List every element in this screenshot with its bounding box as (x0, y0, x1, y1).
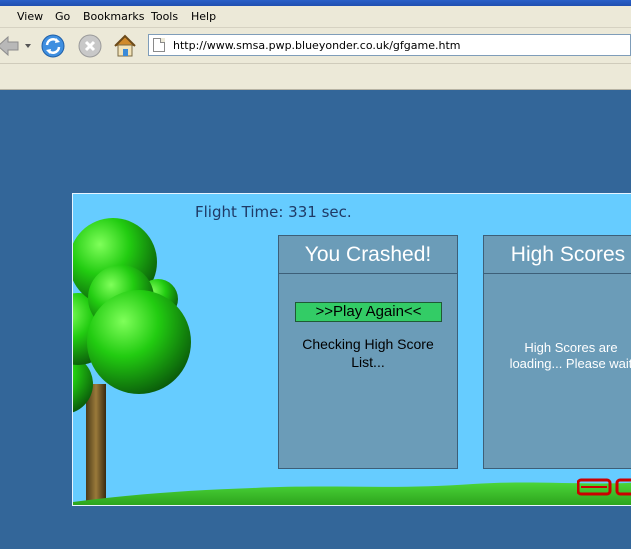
play-again-button[interactable]: >>Play Again<< (295, 302, 442, 322)
bookmarks-toolbar (0, 64, 631, 90)
high-scores-title: High Scores (484, 236, 631, 274)
reload-icon[interactable] (40, 33, 66, 59)
crash-panel: You Crashed! >>Play Again<< Checking Hig… (278, 235, 458, 469)
game-logo-icon (577, 478, 631, 496)
menu-help-label: Help (191, 10, 217, 23)
flight-time-readout: Flight Time: 331 sec. (195, 203, 352, 221)
back-arrow-icon[interactable] (0, 33, 20, 59)
menu-bookmarks-label: Bookmarks (83, 10, 145, 23)
menu-bar: View Go Bookmarks Tools Help (0, 6, 631, 28)
menu-help[interactable]: Help (191, 10, 216, 23)
home-icon[interactable] (112, 33, 138, 59)
menu-go[interactable]: Go (55, 10, 70, 23)
game-area[interactable]: Flight Time: 331 sec. You Crashed! >>Pla… (72, 193, 631, 506)
chevron-down-icon[interactable] (22, 33, 34, 59)
navigation-toolbar: http://www.smsa.pwp.blueyonder.co.uk/gfg… (0, 28, 631, 64)
menu-tools[interactable]: Tools (151, 10, 178, 23)
high-scores-panel: High Scores High Scores are loading... P… (483, 235, 631, 469)
document-icon (153, 38, 165, 52)
stop-icon[interactable] (77, 33, 103, 59)
menu-view[interactable]: View (17, 10, 43, 23)
high-score-check-status: Checking High Score List... (302, 336, 434, 370)
menu-tools-label: Tools (151, 10, 179, 23)
menu-go-label: Go (55, 10, 71, 23)
address-url[interactable]: http://www.smsa.pwp.blueyonder.co.uk/gfg… (173, 39, 460, 52)
high-scores-loading-status: High Scores are loading... Please wait (509, 340, 631, 371)
menu-view-label: View (17, 10, 44, 23)
crash-panel-title: You Crashed! (279, 236, 457, 274)
menu-bookmarks[interactable]: Bookmarks (83, 10, 144, 23)
address-bar[interactable]: http://www.smsa.pwp.blueyonder.co.uk/gfg… (148, 34, 631, 56)
